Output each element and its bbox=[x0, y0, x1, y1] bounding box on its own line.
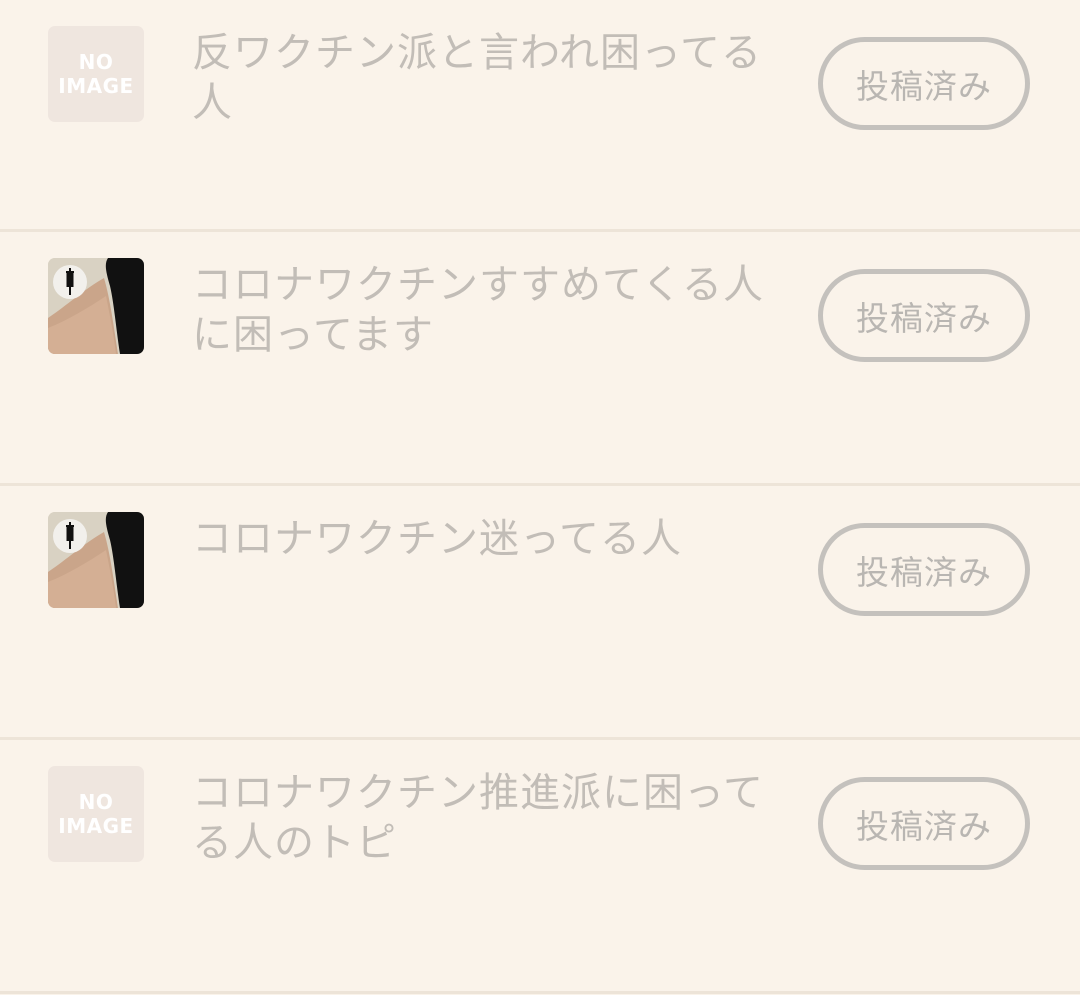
syringe-photo-thumbnail bbox=[48, 258, 144, 354]
topic-title[interactable]: コロナワクチン推進派に困ってる人のトピ bbox=[192, 768, 792, 868]
topic-title[interactable]: 反ワクチン派と言われ困ってる人 bbox=[192, 28, 792, 128]
no-image-label-line2: IMAGE bbox=[58, 814, 134, 838]
syringe-photo-thumbnail bbox=[48, 512, 144, 608]
posted-button[interactable]: 投稿済み bbox=[818, 37, 1030, 130]
no-image-thumbnail: NO IMAGE bbox=[48, 766, 144, 862]
no-image-thumbnail: NO IMAGE bbox=[48, 26, 144, 122]
topic-row[interactable]: NO IMAGE 反ワクチン派と言われ困ってる人 投稿済み bbox=[0, 0, 1080, 232]
topic-list: NO IMAGE 反ワクチン派と言われ困ってる人 投稿済み コロナワクチンすすめ… bbox=[0, 0, 1080, 995]
posted-button[interactable]: 投稿済み bbox=[818, 777, 1030, 870]
no-image-label-line2: IMAGE bbox=[58, 74, 134, 98]
posted-button[interactable]: 投稿済み bbox=[818, 523, 1030, 616]
posted-button[interactable]: 投稿済み bbox=[818, 269, 1030, 362]
topic-title[interactable]: コロナワクチンすすめてくる人に困ってます bbox=[192, 260, 792, 360]
no-image-label-line1: NO bbox=[78, 50, 114, 74]
topic-row[interactable]: NO IMAGE コロナワクチン推進派に困ってる人のトピ 投稿済み bbox=[0, 740, 1080, 994]
topic-row[interactable]: コロナワクチンすすめてくる人に困ってます 投稿済み bbox=[0, 232, 1080, 486]
topic-row[interactable]: コロナワクチン迷ってる人 投稿済み bbox=[0, 486, 1080, 740]
no-image-label-line1: NO bbox=[78, 790, 114, 814]
topic-title[interactable]: コロナワクチン迷ってる人 bbox=[192, 514, 792, 564]
